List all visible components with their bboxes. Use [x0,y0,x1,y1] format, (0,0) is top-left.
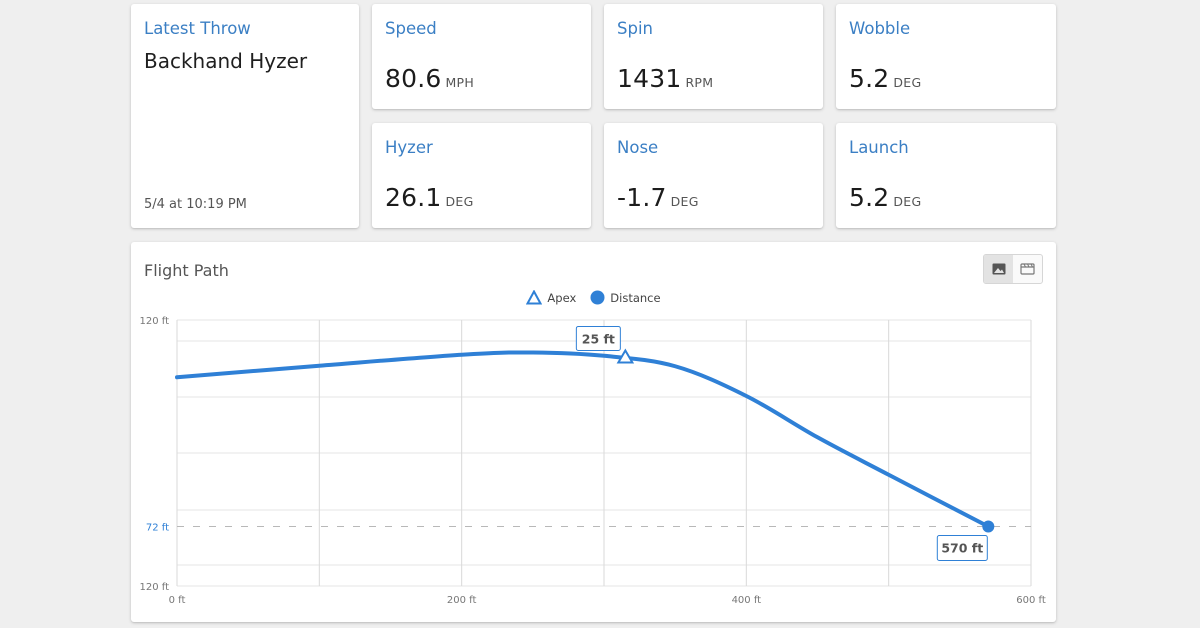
stat-value-nose: -1.7 [617,183,667,212]
flight-path-card: Flight Path Apex Distance 120 ft 72 ft 1… [131,242,1056,622]
stat-label-spin: Spin [617,19,653,38]
stat-label-speed: Speed [385,19,437,38]
stat-value-spin: 1431 [617,64,682,93]
distance-label: 570 ft [941,541,983,556]
stat-card-launch: Launch 5.2 DEG [836,123,1056,228]
stat-card-wobble: Wobble 5.2 DEG [836,4,1056,109]
stat-card-spin: Spin 1431 RPM [604,4,823,109]
stat-card-nose: Nose -1.7 DEG [604,123,823,228]
latest-throw-label: Latest Throw [144,19,251,38]
latest-throw-card: Latest Throw Backhand Hyzer 5/4 at 10:19… [131,4,359,228]
stat-value-speed: 80.6 [385,64,442,93]
x-tick-label: 400 ft [732,595,762,606]
stat-value-wobble: 5.2 [849,64,890,93]
stat-label-launch: Launch [849,138,909,157]
stat-unit-launch: DEG [893,194,922,209]
x-tick-label: 0 ft [169,595,186,606]
stat-unit-spin: RPM [685,75,714,90]
stat-card-speed: Speed 80.6 MPH [372,4,591,109]
stat-unit-speed: MPH [445,75,475,90]
y-tick-label: 120 ft [139,316,169,327]
stat-value-launch: 5.2 [849,183,890,212]
stat-label-hyzer: Hyzer [385,138,433,157]
stat-label-nose: Nose [617,138,659,157]
apex-label: 25 ft [582,331,615,346]
y-tick-label: 120 ft [139,582,169,593]
throw-timestamp: 5/4 at 10:19 PM [144,197,247,212]
stat-unit-hyzer: DEG [445,194,474,209]
flight-path-line [175,350,991,529]
x-tick-label: 200 ft [447,595,477,606]
stat-label-wobble: Wobble [849,19,911,38]
flight-path-chart: 120 ft72 ft120 ft0 ft 200 ft 400 ft 600 ft2… [139,316,1046,606]
stat-card-hyzer: Hyzer 26.1 DEG [372,123,591,228]
stat-unit-wobble: DEG [893,75,922,90]
stat-value-hyzer: 26.1 [385,183,442,212]
y-tick-label: 72 ft [146,523,169,534]
distance-marker [982,520,995,533]
throw-type-title: Backhand Hyzer [144,49,308,73]
x-tick-label: 600 ft [1016,595,1046,606]
stat-unit-nose: DEG [670,194,699,209]
